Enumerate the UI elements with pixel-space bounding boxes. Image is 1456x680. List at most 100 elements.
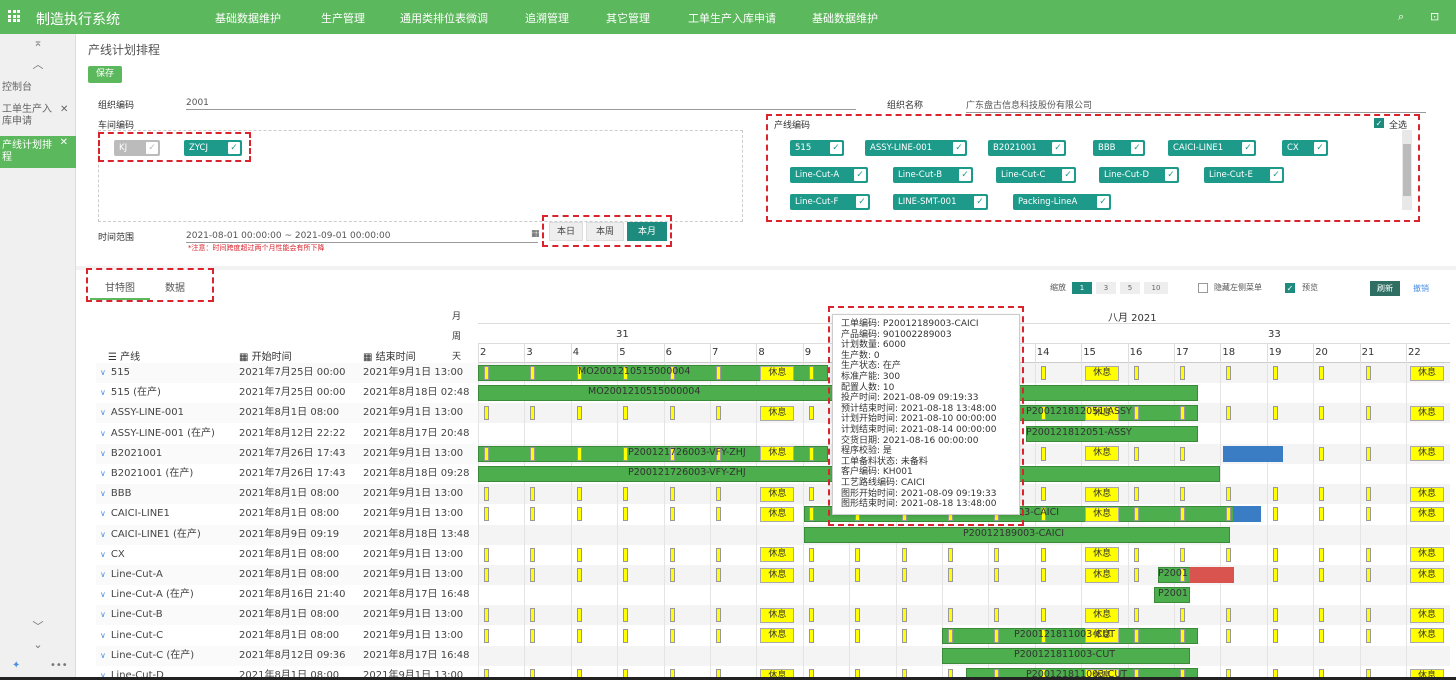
- search-icon[interactable]: ⌕: [1398, 10, 1404, 24]
- nav-item-4[interactable]: 追溯管理: [525, 10, 569, 26]
- save-button[interactable]: 保存: [88, 66, 122, 83]
- more-icon[interactable]: •••: [50, 660, 68, 671]
- calendar-icon[interactable]: ▦: [531, 229, 540, 239]
- cancel-link[interactable]: 撤销: [1413, 283, 1429, 294]
- annotation-box-tabs: [86, 268, 214, 302]
- chevron-down-icon[interactable]: ﹀: [0, 618, 76, 634]
- chevron-down-icon[interactable]: ∨: [100, 631, 106, 640]
- sidebar-item-work-order[interactable]: 工单生产入库申请: [0, 104, 62, 132]
- shift-marker: [530, 628, 536, 643]
- table-row[interactable]: ∨ 515 2021年7月25日 00:00 2021年9月1日 13:00: [96, 363, 478, 383]
- zoom-1-button[interactable]: 1: [1072, 282, 1092, 294]
- shift-marker: [1040, 547, 1046, 562]
- close-icon[interactable]: ✕: [60, 104, 68, 115]
- shift-marker: [1040, 608, 1046, 623]
- org-code-field[interactable]: 2001: [186, 98, 856, 110]
- chevron-down-icon[interactable]: ∨: [100, 651, 106, 660]
- line-name: 515 (在产): [110, 387, 161, 399]
- nav-item-5[interactable]: 其它管理: [606, 10, 650, 26]
- preview-checkbox[interactable]: ✓: [1285, 283, 1295, 293]
- nav-item-6[interactable]: 工单生产入库申请: [688, 10, 776, 26]
- line-cell: ∨ CAICI-LINE1 (在产): [100, 525, 201, 545]
- shift-marker: [1365, 628, 1371, 643]
- table-row[interactable]: ∨ Line-Cut-C (在产) 2021年8月12日 09:36 2021年8月1…: [96, 645, 478, 666]
- table-row[interactable]: ∨ ASSY-LINE-001 (在产) 2021年8月12日 22:22 2021年…: [96, 423, 478, 444]
- calendar-icon: ▦: [363, 352, 373, 363]
- time-range-label: 时间范围: [98, 233, 135, 243]
- table-row[interactable]: ∨ Line-Cut-A 2021年8月1日 08:00 2021年9月1日 13:0…: [96, 565, 478, 585]
- nav-item-7[interactable]: 基础数据维护: [812, 10, 878, 26]
- refresh-button[interactable]: 刷新: [1370, 281, 1400, 296]
- shift-marker: [1133, 406, 1139, 421]
- task-bar-label: P20012189003-CAICI: [963, 527, 1065, 539]
- shift-marker: [855, 628, 861, 643]
- chevron-down-icon[interactable]: ∨: [100, 388, 106, 397]
- table-row[interactable]: ∨ Line-Cut-C 2021年8月1日 08:00 2021年9月1日 13:0…: [96, 625, 478, 646]
- table-row[interactable]: ∨ ASSY-LINE-001 2021年8月1日 08:00 2021年9月1日 1…: [96, 403, 478, 424]
- hide-left-checkbox[interactable]: [1198, 283, 1208, 293]
- chevron-down-icon[interactable]: ∨: [100, 509, 106, 518]
- table-row[interactable]: ∨ Line-Cut-A (在产) 2021年8月16日 21:40 2021年8月1…: [96, 585, 478, 606]
- sidebar-item-line-schedule[interactable]: 产线计划排程 ✕: [0, 136, 76, 168]
- table-row[interactable]: ∨ B2021001 (在产) 2021年7月26日 17:43 2021年8月18日…: [96, 464, 478, 484]
- chevron-down-icon[interactable]: ∨: [100, 449, 106, 458]
- task-bar-alt[interactable]: [1233, 506, 1261, 523]
- collapse-bottom-icon[interactable]: ⌄: [0, 638, 76, 651]
- line-cell: ∨ Line-Cut-A (在产): [100, 585, 194, 605]
- pin-icon[interactable]: ✦: [12, 660, 20, 671]
- table-row[interactable]: ∨ CAICI-LINE1 2021年8月1日 08:00 2021年9月1日 13:…: [96, 504, 478, 525]
- table-row[interactable]: ∨ B2021001 2021年7月26日 17:43 2021年9月1日 13:00: [96, 443, 478, 464]
- rest-block: 休息: [1410, 506, 1444, 522]
- apps-grid-icon[interactable]: [8, 10, 20, 22]
- shift-marker: [716, 507, 721, 522]
- chevron-down-icon[interactable]: ∨: [100, 429, 106, 438]
- org-name-field: 广东盘古信息科技股份有限公司: [966, 98, 1426, 113]
- table-row[interactable]: ∨ CAICI-LINE1 (在产) 2021年8月9日 09:19 2021年8月1…: [96, 524, 478, 545]
- shift-marker: [576, 547, 582, 562]
- shift-marker: [1226, 547, 1232, 562]
- close-icon[interactable]: ✕: [60, 137, 68, 149]
- shift-marker: [669, 406, 675, 421]
- shift-marker: [1365, 366, 1371, 380]
- collapse-top-icon[interactable]: ⌅: [0, 36, 76, 49]
- rest-block: 休息: [1085, 567, 1120, 583]
- chevron-down-icon[interactable]: ∨: [100, 610, 106, 619]
- top-bar: 制造执行系统 基础数据维护 生产管理 通用类排位表微调 追溯管理 其它管理 工单…: [0, 0, 1456, 34]
- chevron-down-icon[interactable]: ∨: [100, 368, 106, 377]
- table-row[interactable]: ∨ Line-Cut-B 2021年8月1日 08:00 2021年9月1日 13:0…: [96, 605, 478, 626]
- nav-item-2[interactable]: 生产管理: [321, 10, 365, 26]
- chevron-down-icon[interactable]: ∨: [100, 530, 106, 539]
- zoom-3-button[interactable]: 3: [1096, 282, 1116, 294]
- nav-item-3[interactable]: 通用类排位表微调: [400, 10, 488, 26]
- chevron-down-icon[interactable]: ∨: [100, 590, 106, 599]
- col-header-end: ▦ 结束时间: [363, 348, 416, 363]
- chevron-down-icon[interactable]: ∨: [100, 550, 106, 559]
- table-row[interactable]: ∨ BBB 2021年8月1日 08:00 2021年9月1日 13:00: [96, 484, 478, 505]
- shift-marker: [901, 568, 907, 582]
- sidebar-item-console[interactable]: 控制台: [0, 82, 76, 94]
- chevron-down-icon[interactable]: ∨: [100, 489, 106, 498]
- day-header: 20: [1315, 347, 1328, 358]
- fullscreen-icon[interactable]: ⊡: [1430, 10, 1439, 23]
- end-cell: 2021年8月17日 16:48: [363, 589, 470, 601]
- shift-marker: [1040, 487, 1046, 502]
- task-bar-alt[interactable]: [1223, 445, 1283, 462]
- shift-marker: [1133, 487, 1139, 502]
- table-row[interactable]: ∨ CX 2021年8月1日 08:00 2021年9月1日 13:00: [96, 544, 478, 565]
- zoom-10-button[interactable]: 10: [1144, 282, 1168, 294]
- table-row[interactable]: ∨ 515 (在产) 2021年7月25日 00:00 2021年8月18日 02:4…: [96, 383, 478, 404]
- shift-marker: [530, 568, 536, 582]
- chevron-up-icon[interactable]: ︿: [0, 56, 76, 72]
- nav-item-1[interactable]: 基础数据维护: [215, 10, 281, 26]
- chevron-down-icon[interactable]: ∨: [100, 408, 106, 417]
- chevron-down-icon[interactable]: ∨: [100, 570, 106, 579]
- task-bar-alt[interactable]: [1190, 567, 1234, 583]
- time-range-field[interactable]: 2021-08-01 00:00:00 ~ 2021-09-01 00:00:0…: [186, 231, 538, 243]
- chevron-down-icon[interactable]: ∨: [100, 469, 106, 478]
- day-label: 天: [452, 352, 462, 362]
- zoom-5-button[interactable]: 5: [1120, 282, 1140, 294]
- shift-marker: [576, 446, 582, 461]
- shift-marker: [530, 547, 536, 562]
- shift-marker: [1365, 507, 1371, 522]
- end-cell: 2021年9月1日 13:00: [363, 367, 464, 378]
